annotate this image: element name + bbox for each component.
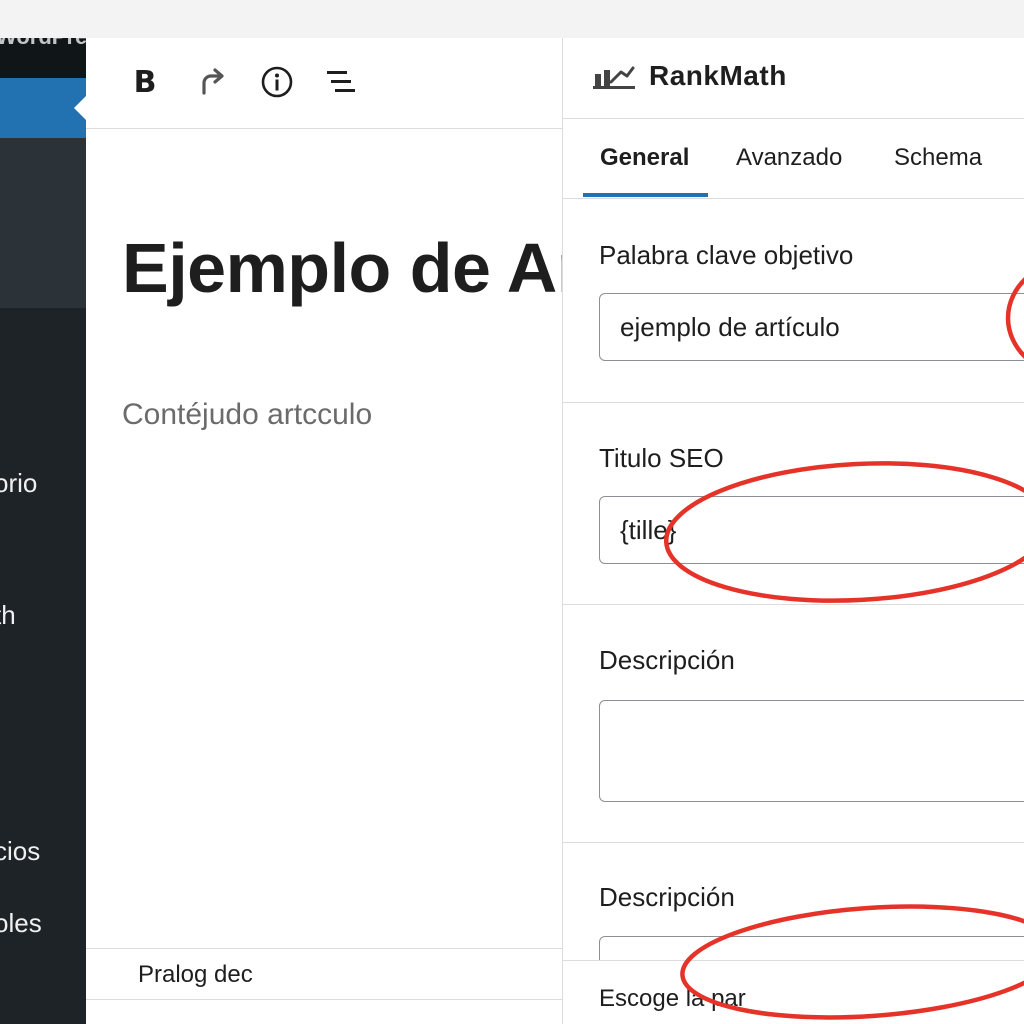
admin-menu-item[interactable]: orio — [0, 468, 37, 499]
admin-menu-item[interactable]: cios — [0, 836, 40, 867]
section-divider — [563, 402, 1024, 403]
bold-button[interactable]: B — [123, 60, 167, 104]
post-title[interactable]: Ejemplo de Artículo — [122, 228, 562, 308]
list-view-button[interactable] — [319, 60, 363, 104]
editor-footer: Pralog dec — [86, 948, 562, 1000]
section-divider — [563, 842, 1024, 843]
description-label: Descripción — [599, 645, 735, 675]
seo-title-label: Titulo SEO — [599, 443, 724, 473]
footer-text: Pralog dec — [138, 961, 253, 988]
section-divider — [563, 604, 1024, 605]
redo-icon — [202, 68, 224, 95]
active-tab-indicator — [583, 193, 708, 197]
redo-button[interactable] — [189, 60, 233, 104]
rankmath-logo-icon — [593, 66, 635, 89]
admin-submenu — [0, 138, 86, 308]
info-icon — [261, 66, 293, 98]
panel-tabs: General Avanzado Schema — [563, 118, 1024, 199]
editor-toolbar: B — [86, 38, 562, 129]
active-menu-arrow-icon — [74, 96, 86, 120]
admin-menu-item[interactable]: ı — [0, 693, 1, 724]
tab-general[interactable]: General — [600, 144, 689, 172]
panel-bottom-bar: Escoge la par — [563, 960, 1024, 1024]
tab-schema[interactable]: Schema — [894, 144, 982, 172]
panel-title: RankMath — [649, 60, 787, 91]
info-button[interactable] — [255, 60, 299, 104]
admin-top-label: WordPress — [0, 38, 86, 50]
focus-keyword-label: Palabra clave objetivo — [599, 240, 854, 270]
admin-top-strip: WordPress — [0, 38, 86, 78]
browser-top-bar — [0, 0, 1024, 39]
description-textarea[interactable] — [599, 700, 1024, 802]
list-view-icon — [327, 71, 355, 92]
seo-title-input[interactable] — [599, 496, 1024, 564]
tab-avanzado[interactable]: Avanzado — [736, 144, 842, 172]
panel-header: RankMath — [563, 38, 1024, 119]
admin-menu-item[interactable]: oles — [0, 908, 42, 939]
focus-keyword-input[interactable] — [599, 293, 1024, 361]
rankmath-panel: RankMath General Avanzado Schema Palabra… — [562, 38, 1024, 1024]
bottom-bar-text: Escoge la par — [599, 985, 746, 1012]
post-content[interactable]: Contéjudo artcculo — [122, 398, 372, 432]
admin-menu-item[interactable]: th — [0, 600, 16, 631]
admin-sidebar: WordPress orio th ı cios oles — [0, 38, 86, 1024]
block-editor: B Ejemplo de Artículo Contéjudo artcculo — [86, 38, 562, 1024]
description-label-secondary: Descripción — [599, 882, 735, 912]
